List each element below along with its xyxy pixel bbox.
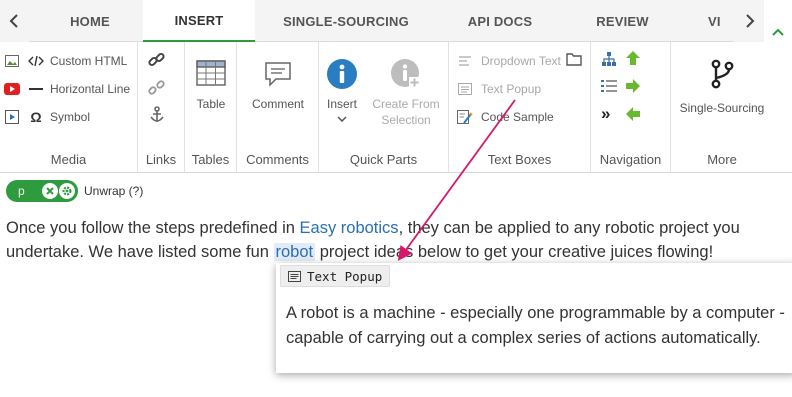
- sitemap-icon[interactable]: [601, 51, 617, 72]
- group-tables: Table Tables: [185, 42, 237, 173]
- navigation-group-label: Navigation: [599, 152, 662, 167]
- custom-html-label: Custom HTML: [50, 54, 128, 68]
- unlink-icon[interactable]: [148, 79, 166, 102]
- code-sample-label: Code Sample: [481, 110, 554, 124]
- single-sourcing-button[interactable]: Single-Sourcing: [673, 58, 771, 116]
- paragraph-text: Once you follow the steps predefined in: [6, 219, 300, 237]
- tag-p-pill[interactable]: p: [6, 180, 78, 202]
- text-popup-icon: [288, 270, 301, 282]
- branch-icon: [711, 59, 734, 89]
- text-popup-button[interactable]: Text Popup: [457, 81, 541, 97]
- info-add-icon: [391, 59, 420, 88]
- create-from-selection-button[interactable]: Create From Selection: [369, 58, 443, 128]
- tab-api-docs[interactable]: API DOCS: [440, 0, 560, 42]
- dropdown-text-label: Dropdown Text: [481, 54, 561, 68]
- tab-scroll-right-button[interactable]: [734, 0, 764, 42]
- media-group-label: Media: [50, 152, 87, 167]
- arrow-left-icon[interactable]: [625, 106, 641, 127]
- quick-parts-group-label: Quick Parts: [349, 152, 418, 167]
- tab-review[interactable]: REVIEW: [570, 0, 675, 42]
- omega-icon: Ω: [30, 109, 42, 125]
- chevron-up-icon: [772, 28, 784, 36]
- video-icon: [4, 109, 20, 125]
- comments-group-label: Comments: [246, 152, 309, 167]
- group-comments: Comment Comments: [237, 42, 319, 173]
- insert-quick-part-button[interactable]: Insert: [323, 58, 361, 122]
- chevron-left-icon: [9, 14, 18, 28]
- text-popup-preview: Text Popup A robot is a machine - especi…: [276, 263, 792, 373]
- tab-insert[interactable]: INSERT: [143, 0, 255, 43]
- horizontal-line-icon: [28, 81, 44, 97]
- comment-button[interactable]: Comment: [243, 60, 313, 112]
- anchor-icon[interactable]: [148, 106, 166, 129]
- tab-scroll-left-button[interactable]: [0, 0, 30, 42]
- paragraph-text-end: project ideas below to get your creative…: [315, 243, 714, 261]
- group-more: Single-Sourcing More: [671, 42, 773, 173]
- code-sample-button[interactable]: Code Sample: [457, 109, 554, 125]
- chevron-right-icon: [746, 14, 755, 28]
- single-sourcing-label: Single-Sourcing: [679, 101, 765, 115]
- symbol-button[interactable]: Ω Symbol: [4, 109, 90, 125]
- info-icon: [327, 59, 357, 89]
- text-popup-icon: [457, 81, 473, 97]
- dropdown-text-icon: [457, 53, 473, 69]
- unwrap-button[interactable]: Unwrap (?): [84, 184, 143, 198]
- editor-content[interactable]: Once you follow the steps predefined in …: [6, 216, 786, 264]
- chevron-down-icon: [337, 116, 347, 122]
- comment-icon: [265, 62, 291, 87]
- group-links: Links: [138, 42, 185, 173]
- insert-label: Insert: [326, 97, 357, 111]
- group-navigation: » Navigation: [591, 42, 671, 173]
- double-chevron-right-icon[interactable]: »: [601, 105, 610, 122]
- popup-title: Text Popup: [307, 268, 383, 284]
- youtube-icon: [4, 81, 20, 97]
- group-text-boxes: Dropdown Text Text Popup Code Sample Tex…: [449, 42, 591, 173]
- tag-name: p: [18, 184, 25, 198]
- links-group-label: Links: [145, 152, 177, 167]
- comment-label: Comment: [251, 97, 304, 111]
- text-boxes-group-label: Text Boxes: [487, 152, 552, 167]
- table-button[interactable]: Table: [191, 60, 231, 112]
- horizontal-line-label: Horizontal Line: [50, 82, 131, 96]
- arrow-up-icon[interactable]: [625, 50, 641, 71]
- more-group-label: More: [707, 152, 737, 167]
- popup-header: Text Popup: [280, 265, 391, 287]
- link-icon[interactable]: [148, 51, 166, 74]
- text-popup-trigger[interactable]: robot: [273, 243, 316, 261]
- table-icon: [196, 60, 226, 86]
- group-media: Custom HTML Horizontal Line Ω Symbol Med…: [0, 42, 138, 173]
- code-sample-icon: [457, 109, 473, 125]
- tag-settings-gear-icon[interactable]: [59, 183, 75, 199]
- list-icon[interactable]: [601, 79, 617, 98]
- remove-tag-icon[interactable]: [42, 183, 58, 199]
- table-label: Table: [196, 97, 226, 111]
- element-path-bar: p Unwrap (?): [6, 179, 143, 203]
- tab-home[interactable]: HOME: [40, 0, 140, 42]
- symbol-label: Symbol: [50, 110, 91, 124]
- selection-label: Selection: [381, 113, 431, 127]
- tab-single-sourcing[interactable]: SINGLE-SOURCING: [262, 0, 430, 42]
- text-popup-label: Text Popup: [481, 82, 542, 96]
- tables-group-label: Tables: [191, 152, 230, 167]
- ribbon-tab-bar: HOME INSERT SINGLE-SOURCING API DOCS REV…: [0, 0, 792, 43]
- ribbon: Custom HTML Horizontal Line Ω Symbol Med…: [0, 42, 792, 173]
- image-icon: [4, 53, 20, 69]
- collapse-ribbon-button[interactable]: [764, 0, 792, 42]
- dropdown-text-button[interactable]: Dropdown Text: [457, 53, 561, 69]
- easy-robotics-link[interactable]: Easy robotics: [300, 219, 399, 237]
- custom-html-button[interactable]: Custom HTML: [4, 53, 127, 69]
- popup-body: A robot is a machine - especially one pr…: [286, 304, 785, 347]
- folder-icon[interactable]: [566, 52, 582, 71]
- group-quick-parts: Insert Create From Selection Quick Parts: [319, 42, 449, 173]
- horizontal-line-button[interactable]: Horizontal Line: [4, 81, 130, 97]
- create-from-label: Create From: [372, 97, 440, 111]
- arrow-right-icon[interactable]: [625, 78, 641, 99]
- code-icon: [28, 53, 44, 69]
